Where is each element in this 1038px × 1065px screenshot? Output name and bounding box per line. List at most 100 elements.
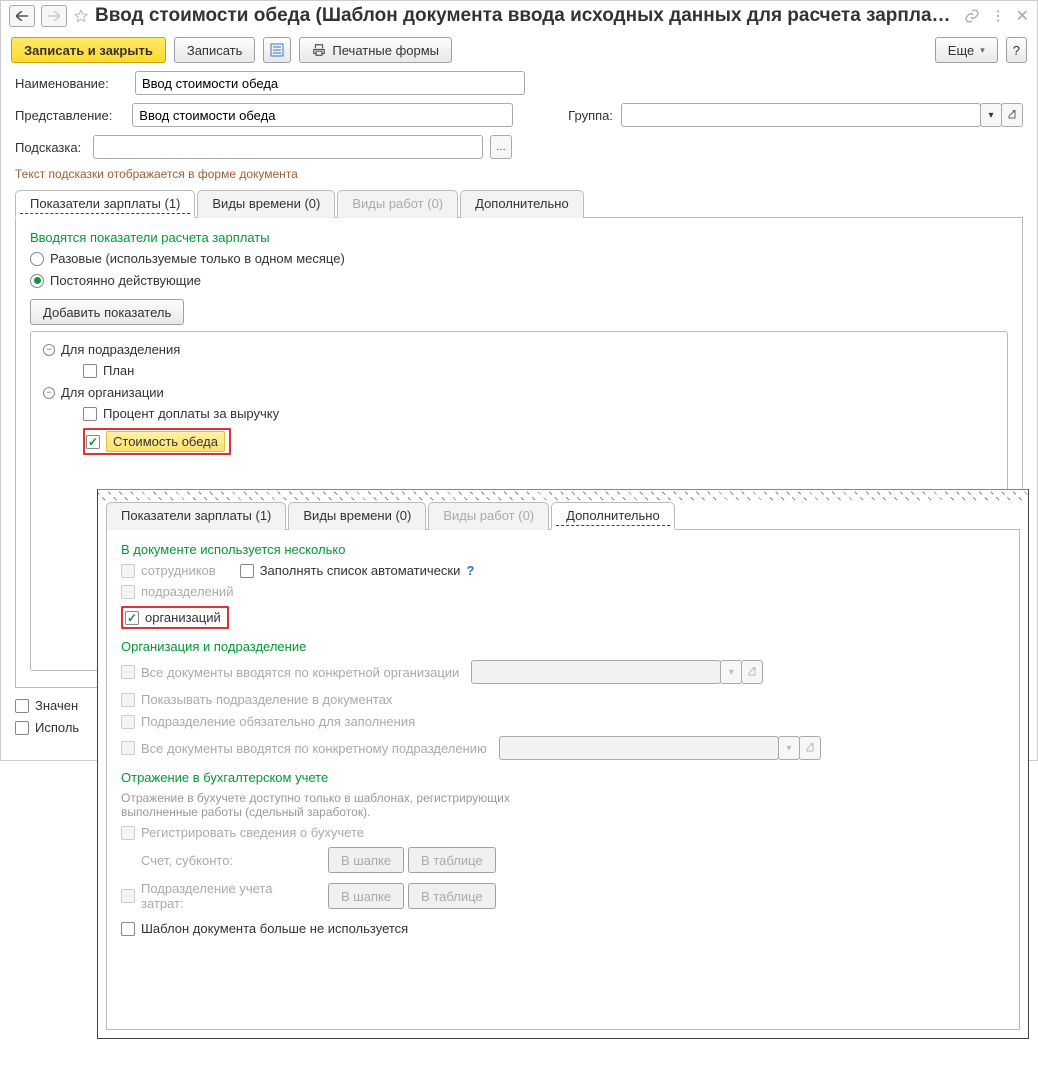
overlay-tabstrip: Показатели зарплаты (1) Виды времени (0)… <box>106 501 1020 530</box>
tree-node-label: Для организации <box>61 385 164 400</box>
account-subconto-label: Счет, субконто: <box>141 853 316 868</box>
group-dropdown-button[interactable]: ▾ <box>980 103 1002 127</box>
org-select-field <box>471 660 721 684</box>
dept-open-button <box>799 736 821 760</box>
account-in-header-button: В шапке <box>328 847 404 873</box>
ck-auto-fill[interactable]: Заполнять список автоматически ? <box>240 563 475 578</box>
truncated-label: Значен <box>35 698 78 713</box>
ck-auto-fill-label: Заполнять список автоматически <box>260 563 461 578</box>
radio-permanent[interactable]: Постоянно действующие <box>30 273 1008 288</box>
overlay-heading-multiple: В документе используется несколько <box>121 542 1005 557</box>
tree-collapse-icon[interactable]: − <box>43 344 55 356</box>
dept-in-header-button: В шапке <box>328 883 404 909</box>
ck-show-dept-label: Показывать подразделение в документах <box>141 692 392 707</box>
hint-field[interactable] <box>93 135 483 159</box>
ck-docs-by-org: Все документы вводятся по конкретной орг… <box>121 665 459 680</box>
list-view-button[interactable] <box>263 37 291 63</box>
checkbox-icon[interactable] <box>121 922 135 936</box>
close-icon[interactable]: ✕ <box>1016 6 1029 26</box>
radio-single[interactable]: Разовые (используемые только в одном мес… <box>30 251 1008 266</box>
dept-cost-label: Подразделение учета затрат: <box>141 881 316 911</box>
name-label: Наименование: <box>15 76 127 91</box>
torn-edge-decoration <box>98 489 1028 501</box>
hint-more-button[interactable]: … <box>490 135 512 159</box>
tab-work-types: Виды работ (0) <box>428 502 549 530</box>
tab-indicators[interactable]: Показатели зарплаты (1) <box>106 502 286 530</box>
dept-in-table-button: В таблице <box>408 883 496 909</box>
ck-template-not-used-label: Шаблон документа больше не используется <box>141 921 408 936</box>
ck-organizations-label: организаций <box>145 610 221 625</box>
checkbox-icon[interactable] <box>83 407 97 421</box>
overlay-panel: Показатели зарплаты (1) Виды времени (0)… <box>97 489 1029 1039</box>
ck-register-accounting: Регистрировать сведения о бухучете <box>121 825 1005 840</box>
tab-indicators[interactable]: Показатели зарплаты (1) <box>15 190 195 218</box>
add-indicator-button[interactable]: Добавить показатель <box>30 299 184 325</box>
truncated-label: Исполь <box>35 720 79 735</box>
nav-forward-button[interactable] <box>41 5 67 27</box>
org-open-button <box>741 660 763 684</box>
main-tabstrip: Показатели зарплаты (1) Виды времени (0)… <box>15 189 1023 218</box>
ck-employees: сотрудников <box>121 563 216 578</box>
favorite-star-icon[interactable] <box>73 8 89 24</box>
ck-dept-cost: Подразделение учета затрат: <box>121 881 316 911</box>
ck-show-dept: Показывать подразделение в документах <box>121 692 1005 707</box>
checkbox-icon[interactable] <box>86 435 100 449</box>
tree-node-label: Для подразделения <box>61 342 180 357</box>
ck-departments-label: подразделений <box>141 584 233 599</box>
tree-item-plan[interactable]: План <box>83 363 995 378</box>
tree-item-label[interactable]: Стоимость обеда <box>106 431 225 452</box>
checkbox-icon[interactable] <box>15 721 29 735</box>
window-title: Ввод стоимости обеда (Шаблон документа в… <box>95 5 958 27</box>
name-field[interactable] <box>135 71 525 95</box>
help-button[interactable]: ? <box>1006 37 1027 63</box>
ck-departments: подразделений <box>121 584 1005 599</box>
tab-time-types[interactable]: Виды времени (0) <box>197 190 335 218</box>
group-open-button[interactable] <box>1001 103 1023 127</box>
tree-collapse-icon[interactable]: − <box>43 387 55 399</box>
overlay-tabpane: В документе используется несколько сотру… <box>106 530 1020 1030</box>
tree-item-percent[interactable]: Процент доплаты за выручку <box>83 406 995 421</box>
checkbox-icon[interactable] <box>240 564 254 578</box>
accounting-note: Отражение в бухучете доступно только в ш… <box>121 791 541 819</box>
tab-additional[interactable]: Дополнительно <box>551 502 675 530</box>
ck-register-accounting-label: Регистрировать сведения о бухучете <box>141 825 364 840</box>
checkbox-icon[interactable] <box>15 699 29 713</box>
print-forms-label: Печатные формы <box>332 43 439 58</box>
checkbox-icon <box>121 564 135 578</box>
tab-work-types: Виды работ (0) <box>337 190 458 218</box>
group-label: Группа: <box>568 108 613 123</box>
checkbox-icon <box>121 889 135 903</box>
radio-icon <box>30 274 44 288</box>
org-dropdown-button: ▾ <box>720 660 742 684</box>
help-question-icon[interactable]: ? <box>466 563 474 578</box>
tab-time-types[interactable]: Виды времени (0) <box>288 502 426 530</box>
indicators-heading: Вводятся показатели расчета зарплаты <box>30 230 1008 245</box>
kebab-menu-icon[interactable] <box>990 8 1006 24</box>
link-icon[interactable] <box>964 8 980 24</box>
tree-item-label: План <box>103 363 134 378</box>
checkbox-icon[interactable] <box>125 611 139 625</box>
checkbox-icon <box>121 665 135 679</box>
ck-docs-by-dept: Все документы вводятся по конкретному по… <box>121 741 487 756</box>
print-forms-button[interactable]: Печатные формы <box>299 37 452 63</box>
save-and-close-button[interactable]: Записать и закрыть <box>11 37 166 63</box>
tab-additional[interactable]: Дополнительно <box>460 190 584 218</box>
ck-template-not-used[interactable]: Шаблон документа больше не используется <box>121 921 1005 936</box>
account-in-table-button: В таблице <box>408 847 496 873</box>
save-button[interactable]: Записать <box>174 37 256 63</box>
ck-dept-required-label: Подразделение обязательно для заполнения <box>141 714 415 729</box>
repr-field[interactable] <box>132 103 513 127</box>
group-field[interactable] <box>621 103 981 127</box>
tree-item-cost-highlighted: Стоимость обеда <box>83 428 231 455</box>
checkbox-icon <box>121 585 135 599</box>
ck-docs-by-dept-label: Все документы вводятся по конкретному по… <box>141 741 487 756</box>
nav-back-button[interactable] <box>9 5 35 27</box>
more-button[interactable]: Еще <box>935 37 998 63</box>
checkbox-icon <box>121 693 135 707</box>
overlay-heading-accounting: Отражение в бухгалтерском учете <box>121 770 1005 785</box>
tree-node-organization[interactable]: − Для организации <box>43 385 995 400</box>
checkbox-icon[interactable] <box>83 364 97 378</box>
checkbox-icon <box>121 826 135 840</box>
radio-single-label: Разовые (используемые только в одном мес… <box>50 251 345 266</box>
tree-node-department[interactable]: − Для подразделения <box>43 342 995 357</box>
